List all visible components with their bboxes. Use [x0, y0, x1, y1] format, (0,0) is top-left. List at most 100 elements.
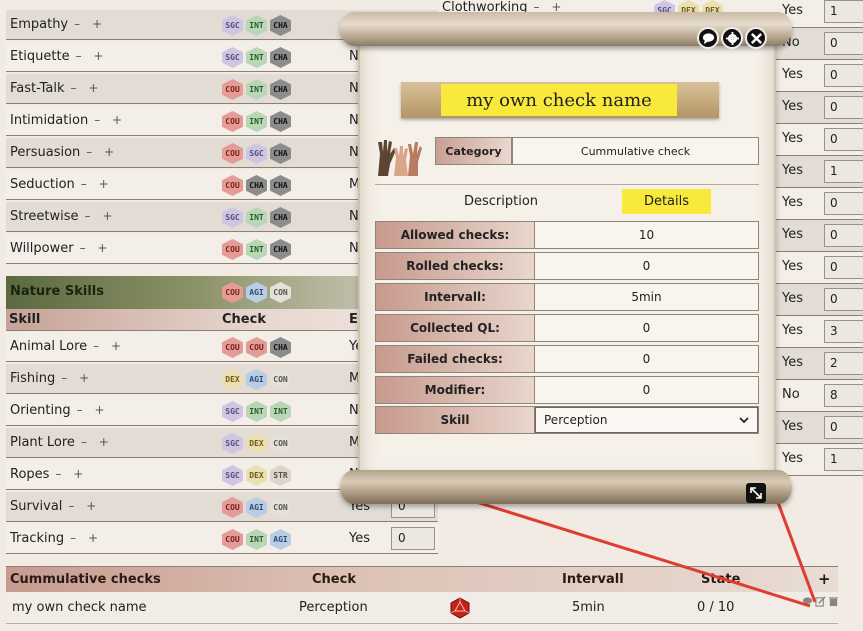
skill-check-attributes: COU INT CHA [222, 79, 291, 100]
category-value[interactable]: Cummulative check [512, 137, 759, 165]
tab-description[interactable]: Description [464, 194, 538, 209]
chat-icon[interactable] [802, 596, 813, 607]
cumulative-row[interactable]: my own check name Perception 5min 0 / 10 [6, 592, 839, 624]
skill-adjust-buttons[interactable]: – + [81, 435, 113, 449]
detail-field-row: Rolled checks: 0 [375, 252, 759, 280]
skill-value-input[interactable]: 0 [824, 224, 863, 247]
skill-name: Fast-Talk [10, 81, 65, 96]
detail-field-row: Failed checks: 0 [375, 345, 759, 373]
skill-name: Streetwise [10, 209, 79, 224]
skill-value-input[interactable]: 0 [824, 416, 863, 439]
attribute-sgc-icon: SGC [222, 47, 243, 68]
cumulative-title: Cummulative checks [10, 572, 161, 587]
col-skill: Skill [9, 312, 41, 327]
detail-field-row: Modifier: 0 [375, 376, 759, 404]
skill-value-input[interactable]: 3 [824, 320, 863, 343]
skill-name: Intimidation [10, 113, 89, 128]
cumulative-col-interval: Intervall [562, 572, 624, 587]
skill-check-attributes: COU INT CHA [222, 111, 291, 132]
cumulative-row-state: 0 / 10 [697, 600, 735, 615]
attribute-con-icon: CON [270, 497, 291, 518]
skill-value-input[interactable]: 2 [824, 352, 863, 375]
skill-adjust-buttons[interactable]: – + [94, 113, 126, 127]
skill-name: Survival [10, 499, 63, 514]
skill-adjust-buttons[interactable]: – + [71, 81, 103, 95]
detail-field-value[interactable]: 0 [535, 315, 758, 341]
attribute-cou-icon: COU [246, 337, 267, 358]
skill-adjust-buttons[interactable]: – + [77, 403, 109, 417]
skill-adjust-buttons[interactable]: – + [81, 177, 113, 191]
skill-value-input[interactable]: 1 [824, 0, 863, 23]
attribute-sgc-icon: SGC [222, 465, 243, 486]
attribute-cha-icon: CHA [270, 207, 291, 228]
detail-field-value[interactable]: 0 [535, 377, 758, 403]
detail-field-label: Intervall: [376, 284, 535, 310]
skill-name: Persuasion [10, 145, 81, 160]
skill-select[interactable]: Perception [535, 407, 758, 433]
skill-check-attributes: COU COU CHA [222, 337, 291, 358]
skill-value-input[interactable]: 0 [824, 96, 863, 119]
col-check: Check [222, 312, 266, 327]
attribute-cha-icon: CHA [270, 79, 291, 100]
dialog-title[interactable]: my own check name [441, 84, 677, 116]
skill-adjust-buttons[interactable]: – + [55, 467, 87, 481]
attribute-int-icon: INT [246, 401, 267, 422]
skill-value-input[interactable]: 1 [824, 160, 863, 183]
attribute-sgc-icon: SGC [246, 143, 267, 164]
attribute-int-icon: INT [246, 15, 267, 36]
skill-adjust-buttons[interactable]: – + [74, 17, 106, 31]
d20-roll-icon[interactable] [449, 597, 471, 619]
skill-value-input[interactable]: 0 [824, 192, 863, 215]
detail-field-value[interactable]: 0 [535, 346, 758, 372]
skill-name: Plant Lore [10, 435, 75, 450]
skill-value-input[interactable]: 0 [391, 527, 435, 550]
skill-adjust-buttons[interactable]: – + [93, 339, 125, 353]
detail-field-value[interactable]: 10 [535, 222, 758, 248]
detail-field-value[interactable]: 0 [535, 253, 758, 279]
attribute-agi-icon: AGI [270, 529, 291, 550]
skill-value-input[interactable]: 0 [824, 288, 863, 311]
detail-field-row: Collected QL: 0 [375, 314, 759, 342]
skill-adjust-buttons[interactable]: – + [68, 499, 100, 513]
skill-value-input[interactable]: 8 [824, 384, 863, 407]
skill-adjust-buttons[interactable]: – + [86, 145, 118, 159]
skill-adjust-buttons[interactable]: – + [70, 531, 102, 545]
attribute-dex-icon: DEX [246, 433, 267, 454]
attribute-int-icon: INT [246, 111, 267, 132]
skill-check-attributes: SGC INT CHA [222, 47, 291, 68]
skill-value-input[interactable]: 0 [824, 32, 863, 55]
cumulative-row-name: my own check name [12, 600, 147, 615]
edit-icon[interactable] [815, 596, 826, 607]
tab-details[interactable]: Details [622, 189, 711, 214]
attribute-cou-icon: COU [222, 282, 243, 303]
attribute-cha-icon: CHA [270, 15, 291, 36]
skill-field-row: Skill Perception [375, 406, 759, 434]
skill-adjust-buttons[interactable]: – + [85, 209, 117, 223]
chat-button[interactable] [697, 27, 719, 49]
settings-button[interactable] [721, 27, 743, 49]
skill-value-input[interactable]: 0 [824, 256, 863, 279]
trash-icon[interactable] [828, 596, 839, 607]
skill-row[interactable]: Tracking – + COU INT AGI Yes 0 [6, 524, 438, 554]
skill-value-input[interactable]: 0 [824, 128, 863, 151]
attribute-cha-icon: CHA [270, 47, 291, 68]
hands-icon [378, 140, 422, 176]
skill-adjust-buttons[interactable]: – + [76, 49, 108, 63]
chat-bubble-icon [702, 32, 714, 44]
dialog-header-icons [697, 27, 767, 49]
skill-value-input[interactable]: 1 [824, 448, 863, 471]
attribute-agi-icon: AGI [246, 369, 267, 390]
skill-adjust-buttons[interactable]: – + [80, 241, 112, 255]
detail-field-value[interactable]: 5min [535, 284, 758, 310]
attribute-int-icon: INT [246, 529, 267, 550]
attribute-int-icon: INT [270, 401, 291, 422]
attribute-cou-icon: COU [222, 529, 243, 550]
skill-name: Orienting [10, 403, 71, 418]
close-button[interactable] [745, 27, 767, 49]
resize-button[interactable] [746, 483, 766, 503]
skill-value-input[interactable]: 0 [824, 64, 863, 87]
detail-field-row: Allowed checks: 10 [375, 221, 759, 249]
skill-check-attributes: COU AGI CON [222, 497, 291, 518]
add-cumulative-button[interactable]: + [818, 570, 831, 588]
skill-adjust-buttons[interactable]: – + [61, 371, 93, 385]
